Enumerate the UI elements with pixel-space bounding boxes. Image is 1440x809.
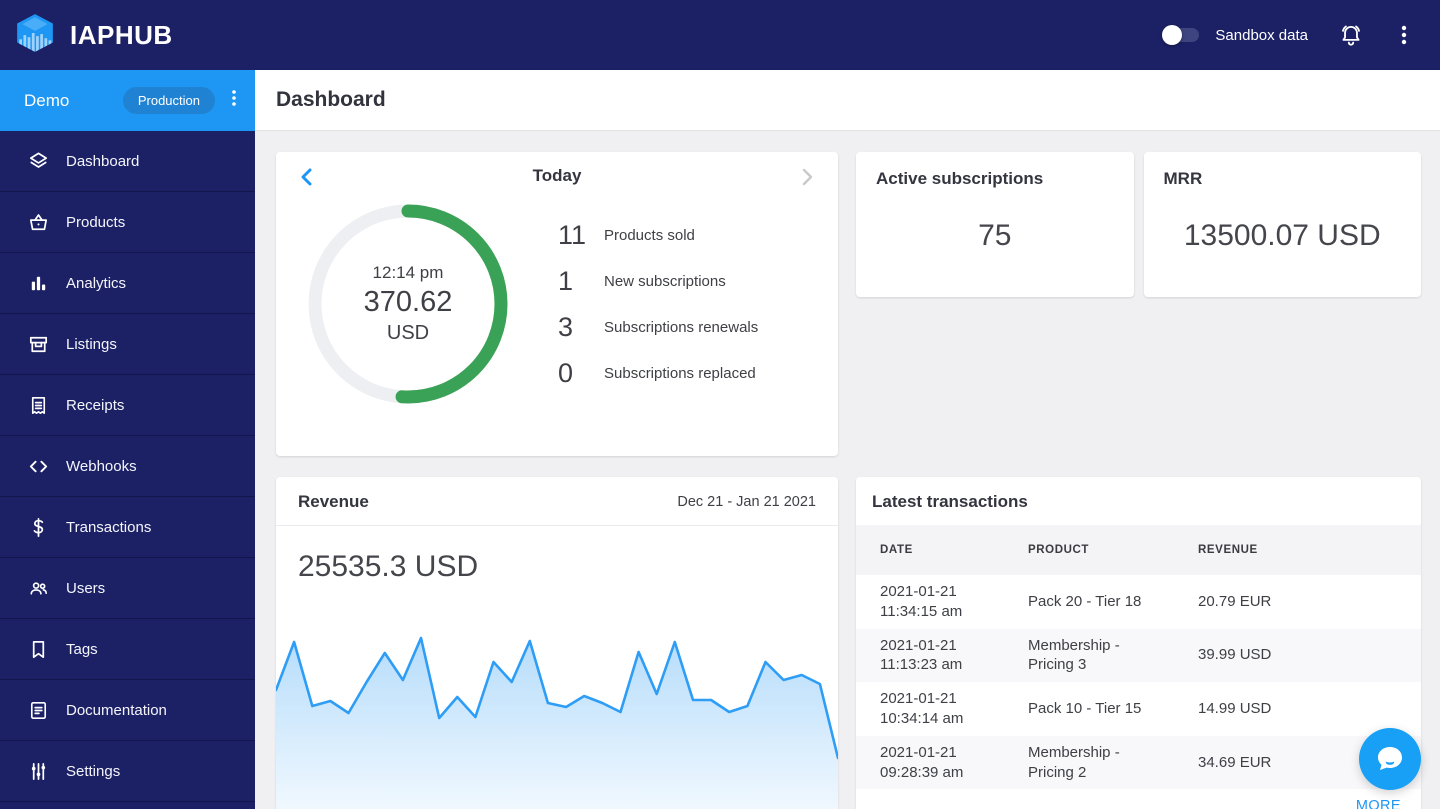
mrr-title: MRR (1163, 169, 1203, 188)
revenue-total: 25535.3 USD (298, 550, 479, 583)
tx-time: 10:34:14 am (880, 709, 964, 727)
tx-date: 2021-01-21 (880, 636, 957, 654)
sidebar-item-settings[interactable]: Settings (0, 741, 255, 802)
app-selector[interactable]: Demo Production (0, 70, 255, 131)
page-title: Dashboard (276, 88, 386, 111)
toggle-knob[interactable] (1162, 25, 1183, 45)
tx-product: Membership - Pricing 2 (1028, 743, 1120, 781)
next-day-button[interactable] (796, 164, 820, 193)
people-icon (26, 576, 50, 600)
tx-revenue: 20.79 EUR (1198, 592, 1272, 610)
today-revenue-currency: USD (386, 322, 430, 344)
app-name: Demo (24, 90, 70, 110)
top-bar: IAPHUB Sandbox data (0, 0, 1440, 70)
sliders-icon (26, 759, 50, 783)
sidebar-item-receipts[interactable]: Receipts (0, 375, 255, 436)
active-subscriptions-card: Active subscriptions 75 (856, 152, 1134, 297)
brand: IAPHUB (14, 12, 173, 59)
sidebar-item-listings[interactable]: Listings (0, 314, 255, 375)
latest-transactions-title: Latest transactions (872, 492, 1028, 511)
tx-revenue: 39.99 USD (1198, 646, 1272, 664)
sidebar-item-products[interactable]: Products (0, 192, 255, 253)
notifications-bell-icon[interactable] (1338, 22, 1364, 48)
column-header-date: DATE (880, 544, 913, 556)
today-revenue-amount: 370.62 (363, 286, 453, 318)
tx-product: Pack 10 - Tier 15 (1028, 700, 1142, 718)
revenue-card: Revenue Dec 21 - Jan 21 2021 25535.3 USD (276, 477, 838, 809)
stat-new-subscriptions: 1 New subscriptions (558, 265, 726, 296)
bar-chart-icon (26, 271, 50, 295)
mrr-value: 13500.07 USD (1183, 219, 1381, 252)
sidebar-item-dashboard[interactable]: Dashboard (0, 131, 255, 192)
sidebar-item-users[interactable]: Users (0, 558, 255, 619)
main-content: Dashboard Today 12:14 pm 370.62 USD 11 P… (255, 70, 1440, 809)
tx-product: Pack 20 - Tier 18 (1028, 592, 1142, 610)
revenue-title: Revenue (298, 492, 369, 511)
today-card-title: Today (532, 166, 582, 185)
column-header-product: PRODUCT (1028, 544, 1090, 556)
tx-product: Membership - Pricing 3 (1028, 636, 1120, 674)
mrr-card: MRR 13500.07 USD (1143, 152, 1421, 297)
stat-subscriptions-renewals: 3 Subscriptions renewals (558, 311, 759, 342)
active-subscriptions-value: 75 (978, 219, 1012, 252)
basket-icon (26, 210, 50, 234)
stat-products-sold: 11 Products sold (558, 219, 695, 250)
sidebar-item-documentation[interactable]: Documentation (0, 680, 255, 741)
day-progress-donut: 12:14 pm 370.62 USD (306, 202, 510, 406)
sidebar-item-analytics[interactable]: Analytics (0, 253, 255, 314)
active-subscriptions-title: Active subscriptions (876, 169, 1044, 188)
receipt-icon (26, 393, 50, 417)
sidebar-item-webhooks[interactable]: Webhooks (0, 436, 255, 497)
tx-time: 09:28:39 am (880, 763, 964, 781)
revenue-date-range: Dec 21 - Jan 21 2021 (677, 494, 816, 510)
page-title-bar: Dashboard (255, 70, 1440, 131)
sidebar: Demo Production Dashboard Products Analy… (0, 70, 255, 809)
bookmark-icon (26, 637, 50, 661)
table-row: 2021-01-21 11:34:15 am Pack 20 - Tier 18 … (856, 575, 1421, 629)
sandbox-data-label: Sandbox data (1215, 26, 1308, 44)
tx-time: 11:34:15 am (880, 602, 963, 620)
code-icon (26, 454, 50, 478)
document-icon (26, 698, 50, 722)
toggle-track[interactable] (1162, 25, 1200, 45)
tx-time: 11:13:23 am (880, 656, 963, 674)
storefront-icon (26, 332, 50, 356)
sidebar-item-tags[interactable]: Tags (0, 619, 255, 680)
column-header-revenue: REVENUE (1198, 544, 1258, 556)
tx-date: 2021-01-21 (880, 743, 957, 761)
transactions-table: DATE PRODUCT REVENUE 2021-01-21 11:34:15 … (856, 525, 1421, 790)
environment-badge[interactable]: Production (122, 87, 215, 114)
sandbox-data-toggle[interactable]: Sandbox data (1162, 25, 1308, 45)
table-row: 2021-01-21 09:28:39 am Membership - Prici… (856, 735, 1421, 790)
sidebar-item-transactions[interactable]: Transactions (0, 497, 255, 558)
brand-name: IAPHUB (70, 19, 173, 50)
kebab-menu-icon[interactable] (1394, 23, 1414, 47)
table-header-row: DATE PRODUCT REVENUE (856, 525, 1421, 575)
iaphub-logo-icon (14, 12, 56, 59)
today-card: Today 12:14 pm 370.62 USD 11 Products so… (276, 152, 838, 456)
tx-date: 2021-01-21 (880, 690, 957, 708)
more-transactions-link[interactable]: MORE (1356, 798, 1401, 809)
app-kebab-menu-icon[interactable] (227, 88, 241, 113)
chat-widget-button[interactable] (1359, 728, 1421, 790)
stat-subscriptions-replaced: 0 Subscriptions replaced (558, 357, 756, 388)
dollar-icon (26, 515, 50, 539)
revenue-area-chart (276, 630, 838, 809)
table-row: 2021-01-21 11:13:23 am Membership - Prici… (856, 628, 1421, 683)
latest-transactions-card: Latest transactions DATE PRODUCT REVENUE (856, 477, 1421, 809)
current-time: 12:14 pm (372, 263, 444, 282)
layers-icon (26, 149, 50, 173)
previous-day-button[interactable] (294, 164, 318, 193)
tx-date: 2021-01-21 (880, 583, 957, 600)
table-row: 2021-01-21 10:34:14 am Pack 10 - Tier 15 … (856, 682, 1421, 736)
